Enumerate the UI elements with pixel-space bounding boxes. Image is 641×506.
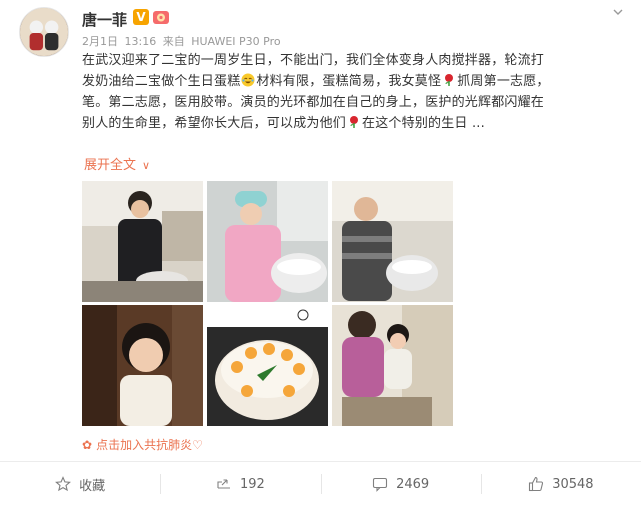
avatar[interactable] xyxy=(19,7,69,57)
like-button[interactable]: 30548 xyxy=(480,462,641,506)
verified-badge-icon: V xyxy=(133,9,149,25)
photo-thumbnail[interactable] xyxy=(207,181,328,302)
rose-emoji-icon xyxy=(442,73,456,87)
content-line-2a: 发奶油给二宝做个生日蛋糕 xyxy=(82,74,241,89)
photo-grid xyxy=(82,181,453,426)
topic-tag-text: 点击加入共抗肺炎♡ xyxy=(96,438,203,452)
post-content: 在武汉迎来了二宝的一周岁生日，不能出门，我们全体变身人肉搅拌器，轮流打 发奶油给… xyxy=(82,50,628,134)
post-time: 13:16 xyxy=(124,35,157,48)
share-count: 192 xyxy=(239,476,265,492)
source-prefix: 来自 xyxy=(162,35,185,48)
photo-thumbnail[interactable] xyxy=(332,181,453,302)
comment-icon xyxy=(372,476,388,492)
photo-thumbnail[interactable] xyxy=(207,305,328,426)
content-line-1: 在武汉迎来了二宝的一周岁生日，不能出门，我们全体变身人肉搅拌器，轮流打 xyxy=(82,53,545,68)
photo-thumbnail[interactable] xyxy=(82,181,203,302)
content-line-4b: 在这个特别的生日 ... xyxy=(362,116,485,131)
expand-label: 展开全文 xyxy=(84,158,137,173)
content-line-3: 笔。第二志愿，医用胶带。演员的光环都加在自己的身上，医护的光辉都闪耀在 xyxy=(82,95,545,110)
member-badge-icon xyxy=(152,8,170,26)
rose-emoji-icon xyxy=(347,115,361,129)
expand-full-text-link[interactable]: 展开全文 ∨ xyxy=(84,154,150,173)
photo-thumbnail[interactable] xyxy=(332,305,453,426)
action-bar: 收藏 192 2469 30548 xyxy=(0,462,641,506)
like-count: 30548 xyxy=(552,476,594,492)
comment-count: 2469 xyxy=(396,476,430,492)
topic-tag-link[interactable]: ✿ 点击加入共抗肺炎♡ xyxy=(82,436,203,453)
weibo-post-card: 唐一菲 V 2月1日 13:16 来自 HUAWEI P30 Pro 在武汉迎来… xyxy=(0,0,641,506)
share-icon xyxy=(216,476,232,492)
cry-laugh-emoji-icon xyxy=(241,73,255,87)
content-line-4a: 别人的生命里，希望你长大后，可以成为他们 xyxy=(82,116,347,131)
star-icon xyxy=(55,476,72,492)
favorite-label: 收藏 xyxy=(79,478,106,494)
chevron-down-icon: ∨ xyxy=(142,159,151,172)
content-line-2b: 材料有限，蛋糕简易，我女莫怪 xyxy=(256,74,442,89)
comment-button[interactable]: 2469 xyxy=(320,462,481,506)
content-line-2c: 抓周第一志愿， xyxy=(457,74,550,89)
photo-thumbnail[interactable] xyxy=(82,305,203,426)
favorite-button[interactable]: 收藏 xyxy=(0,462,160,506)
post-meta: 2月1日 13:16 来自 HUAWEI P30 Pro xyxy=(82,33,284,49)
share-button[interactable]: 192 xyxy=(160,462,320,506)
thumbs-up-icon xyxy=(528,476,544,492)
flower-icon: ✿ xyxy=(82,438,93,452)
post-date[interactable]: 2月1日 xyxy=(82,35,118,48)
source-device[interactable]: HUAWEI P30 Pro xyxy=(191,35,280,48)
more-options-chevron-icon[interactable] xyxy=(611,4,625,18)
username[interactable]: 唐一菲 xyxy=(82,9,127,30)
